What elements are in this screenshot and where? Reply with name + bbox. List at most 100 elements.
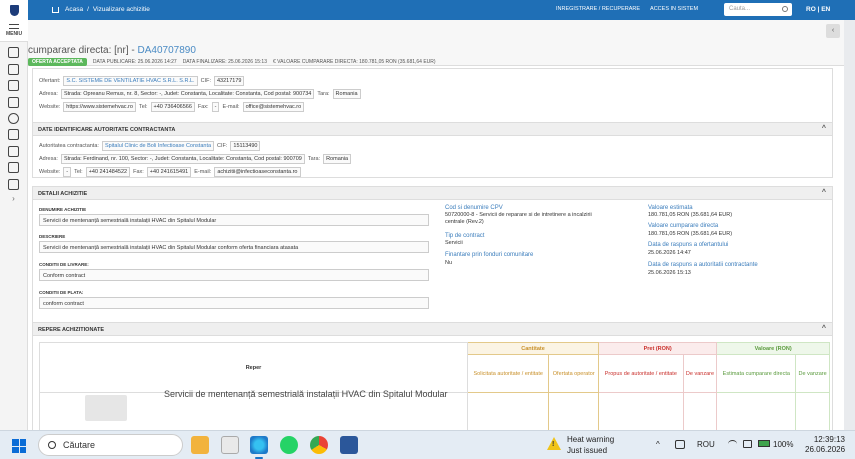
breadcrumb-separator: / bbox=[87, 6, 89, 13]
search-icon[interactable] bbox=[782, 6, 788, 12]
tray-chevron-icon[interactable]: ^ bbox=[656, 440, 660, 449]
col-ofertata: Ofertata operator bbox=[548, 354, 600, 393]
estimated-value: 180.781,05 RON (35.681,64 EUR) bbox=[648, 212, 733, 218]
taskbar-search[interactable]: Căutare bbox=[38, 434, 183, 456]
supplier-cif: 43217179 bbox=[213, 76, 245, 86]
col-val-vanzare: De vanzare bbox=[795, 354, 830, 393]
sidebar-expand-icon[interactable]: › bbox=[0, 194, 27, 203]
top-navbar: Acasa / Vizualizare achizitie INREGISTRA… bbox=[0, 0, 855, 20]
supplier-country-label: Tara: bbox=[317, 91, 330, 97]
authority-email[interactable]: achizitii@infectioaseconstanta.ro bbox=[214, 167, 301, 177]
file-explorer-icon[interactable] bbox=[191, 436, 209, 454]
authority-panel-header[interactable]: DATE IDENTIFICARE AUTORITATE CONTRACTANT… bbox=[33, 123, 832, 136]
breadcrumb-home[interactable]: Acasa bbox=[65, 6, 83, 13]
chevron-up-icon[interactable]: ^ bbox=[822, 189, 826, 196]
chat-icon[interactable] bbox=[8, 178, 19, 190]
supplier-fax: - bbox=[211, 102, 220, 112]
lang-ro[interactable]: RO bbox=[806, 6, 816, 13]
calculator-icon[interactable] bbox=[8, 145, 19, 157]
register-link[interactable]: INREGISTRARE / RECUPERARE bbox=[556, 6, 640, 12]
whatsapp-icon[interactable] bbox=[280, 436, 298, 454]
warning-mark: ! bbox=[552, 441, 555, 448]
contract-icon[interactable] bbox=[8, 80, 19, 92]
search-icon bbox=[48, 441, 56, 449]
authority-country: Romania bbox=[323, 154, 352, 164]
volume-icon[interactable] bbox=[743, 440, 752, 448]
descriere-label: DESCRIERE bbox=[39, 234, 66, 239]
document-list-icon[interactable] bbox=[8, 47, 19, 59]
authority-fax: +40 241615491 bbox=[146, 167, 192, 177]
col-estimata: Estimata cumparare directa bbox=[716, 354, 797, 393]
clock[interactable]: 12:39:13 26.06.2026 bbox=[805, 435, 845, 455]
purchase-value-label: Valoare cumparare directa bbox=[648, 223, 719, 229]
ofertant-label: Ofertant: bbox=[39, 78, 61, 84]
battery-icon[interactable] bbox=[758, 440, 770, 447]
procurement-header: ‹ cumparare directa: [nr] - DA40707890 O… bbox=[28, 20, 844, 66]
supplier-cif-label: CIF: bbox=[200, 78, 211, 84]
documents-icon[interactable] bbox=[8, 63, 19, 75]
chrome-icon[interactable] bbox=[310, 436, 328, 454]
authority-address-label: Adresa: bbox=[39, 156, 58, 162]
search-input[interactable]: Cauta... bbox=[724, 3, 792, 16]
plata-label: CONDITII DE PLATA: bbox=[39, 290, 84, 295]
clock-time: 12:39:13 bbox=[813, 435, 845, 444]
users-icon[interactable] bbox=[8, 96, 19, 108]
lang-en[interactable]: EN bbox=[821, 6, 830, 13]
details-panel-header[interactable]: DETALII ACHIZITIE ^ bbox=[33, 187, 832, 200]
report-icon[interactable] bbox=[8, 162, 19, 174]
collapse-button[interactable]: ‹ bbox=[826, 24, 840, 38]
items-panel-header[interactable]: REPERE ACHIZITIONATE ^ bbox=[33, 323, 832, 336]
bidder-response-date: 25.06.2026 14:47 bbox=[648, 250, 691, 256]
status-badge: OFERTA ACCEPTATA bbox=[28, 58, 87, 66]
authority-response-date: 25.06.2026 15:13 bbox=[648, 270, 691, 276]
heat-warning-subtitle: Just issued bbox=[567, 446, 608, 455]
supplier-fax-label: Fax: bbox=[197, 104, 209, 110]
chevron-up-icon[interactable]: ^ bbox=[822, 125, 826, 132]
login-link[interactable]: ACCES IN SISTEM bbox=[650, 6, 698, 12]
search-placeholder: Cauta... bbox=[729, 6, 751, 12]
edge-icon[interactable] bbox=[250, 436, 268, 454]
group-cantitate: Cantitate bbox=[466, 342, 600, 355]
home-icon[interactable] bbox=[52, 6, 59, 13]
authority-country-label: Tara: bbox=[307, 156, 321, 162]
windows-start-icon[interactable] bbox=[12, 439, 26, 453]
supplier-address-label: Adresa: bbox=[39, 91, 58, 97]
menu-label: MENIU bbox=[5, 31, 23, 37]
supplier-address: Strada: Opreanu Remus, nr. 8, Sector: -,… bbox=[60, 89, 315, 99]
bidder-response-label: Data de raspuns a ofertantului bbox=[648, 242, 729, 248]
col-propus: Propus de autoritate / entitate bbox=[598, 354, 684, 393]
col-pret-vanzare: De vanzare bbox=[682, 354, 718, 393]
contract-type: Servicii bbox=[445, 240, 463, 246]
plata-field: conform contract bbox=[39, 297, 429, 309]
authority-name[interactable]: Spitalul Clinic de Boli Infectioase Cons… bbox=[101, 141, 215, 151]
supplier-website-label: Website: bbox=[39, 104, 61, 110]
supplier-email[interactable]: office@sistemehvac.ro bbox=[242, 102, 305, 112]
input-language[interactable]: ROU bbox=[697, 440, 715, 449]
wifi-icon[interactable] bbox=[728, 440, 737, 448]
word-icon[interactable] bbox=[340, 436, 358, 454]
supplier-country: Romania bbox=[332, 89, 361, 99]
folder-icon[interactable] bbox=[8, 129, 19, 141]
sidebar: MENIU › bbox=[0, 20, 28, 430]
denumire-label: DENUMIRE ACHIZITIE bbox=[39, 207, 87, 212]
site-logo[interactable] bbox=[0, 0, 28, 20]
display-icon[interactable] bbox=[675, 440, 685, 449]
chevron-up-icon[interactable]: ^ bbox=[822, 325, 826, 332]
item-name: Servicii de mentenanță semestrială insta… bbox=[164, 389, 448, 399]
hamburger-icon bbox=[9, 24, 19, 29]
supplier-website[interactable]: https://www.sistemehvac.ro bbox=[63, 102, 136, 112]
procurement-meta: OFERTA ACCEPTATA DATA PUBLICARE: 25.06.2… bbox=[28, 58, 436, 66]
heat-warning-title[interactable]: Heat warning bbox=[567, 435, 614, 444]
estimated-value-label: Valoare estimata bbox=[648, 205, 693, 211]
store-icon[interactable] bbox=[221, 436, 239, 454]
menu-button[interactable]: MENIU bbox=[0, 20, 28, 42]
authority-cif: 15113490 bbox=[230, 141, 261, 151]
shield-icon bbox=[9, 4, 19, 16]
help-icon[interactable] bbox=[8, 112, 19, 124]
supplier-tel: +40 736406566 bbox=[150, 102, 195, 112]
lang-separator: | bbox=[817, 6, 820, 13]
authority-tel: +40 241484522 bbox=[85, 167, 131, 177]
ofertant-value[interactable]: S.C. SISTEME DE VENTILATIE HVAC S.R.L. S… bbox=[63, 76, 198, 86]
col-reper: Reper bbox=[39, 342, 468, 393]
purchase-value: € VALOARE CUMPARARE DIRECTA: 180.781,05 … bbox=[273, 59, 436, 65]
